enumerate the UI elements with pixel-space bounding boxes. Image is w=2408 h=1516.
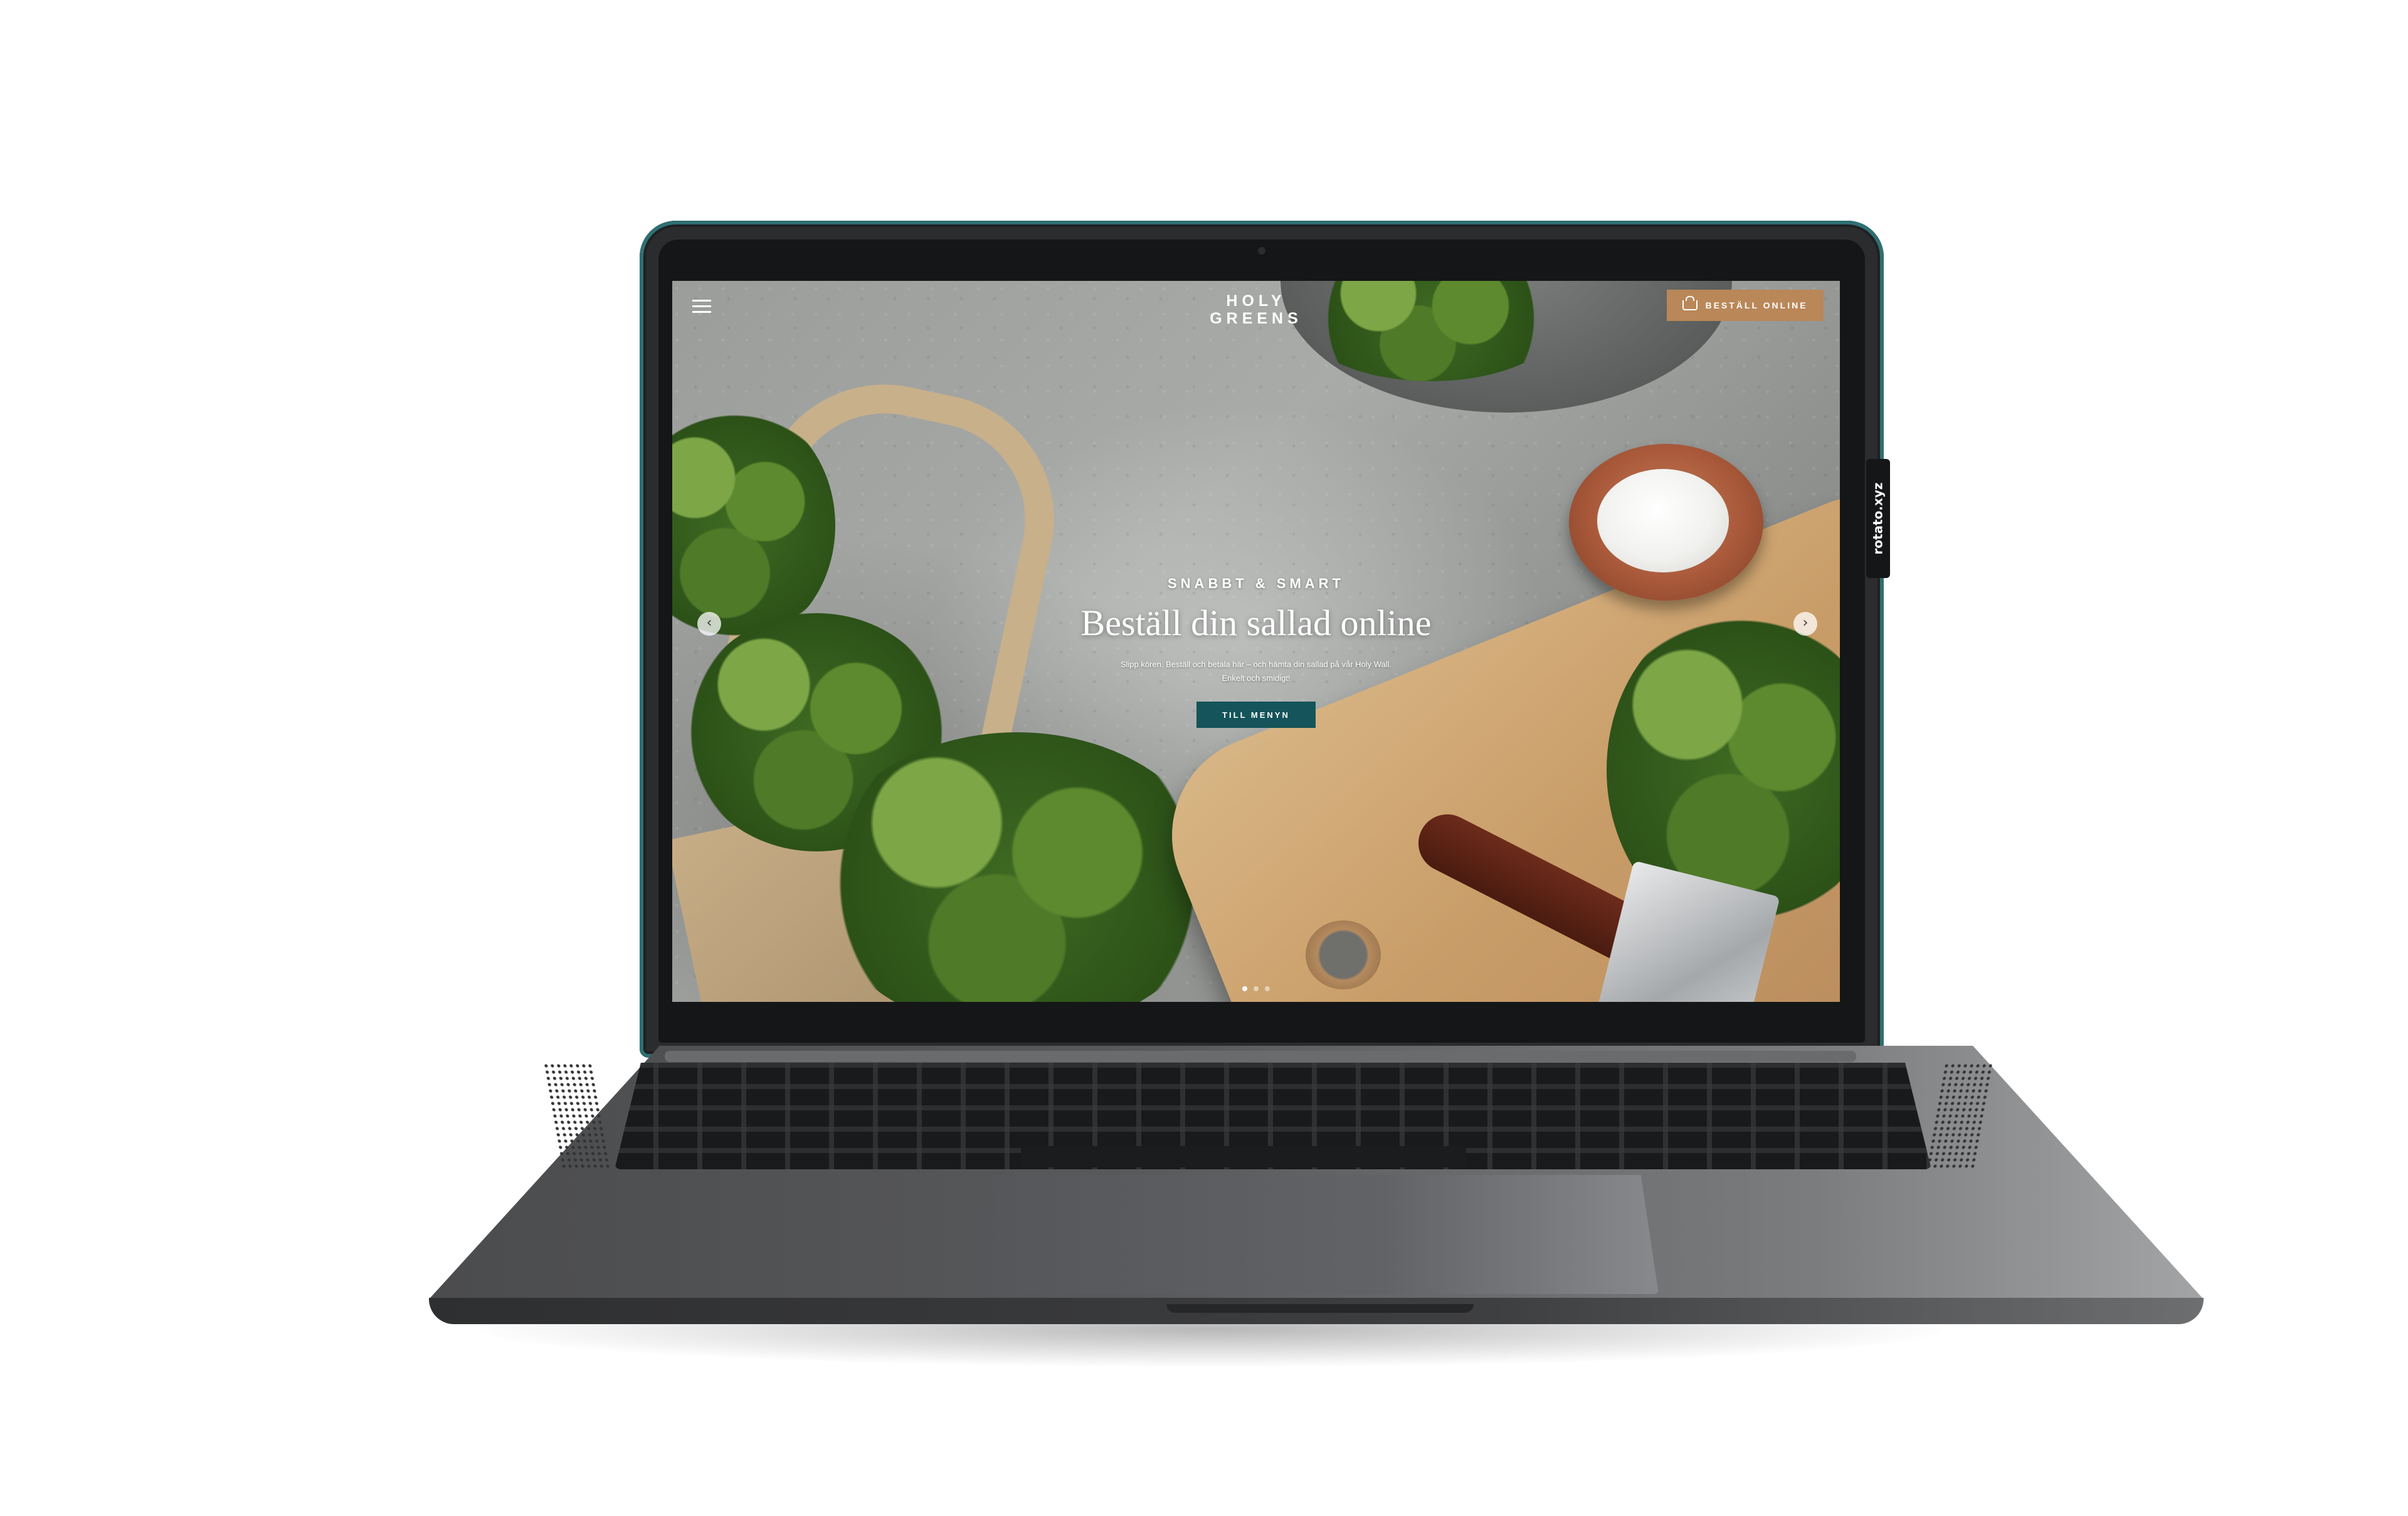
logo-line-2: GREENS [1210, 310, 1302, 327]
hamburger-line [692, 305, 711, 307]
trackpad [975, 1175, 1659, 1294]
basket-icon [1682, 296, 1698, 310]
speaker-grille [542, 1063, 611, 1169]
website-screen: HOLY GREENS BESTÄLL ONLINE ‹ › SNABBT & … [672, 281, 1840, 1002]
board-hole-image [1306, 920, 1381, 989]
hero-subline: Slipp kören. Beställ och betala här – oc… [1120, 660, 1392, 683]
laptop-hinge [665, 1051, 1856, 1062]
watermark-tag: rotato.xyz [1866, 459, 1890, 578]
hero-headline: Beställ din sallad online [1080, 603, 1432, 643]
hero-eyebrow: SNABBT & SMART [1168, 576, 1344, 591]
device-mockup-stage: HOLY GREENS BESTÄLL ONLINE ‹ › SNABBT & … [0, 0, 2408, 1516]
carousel-dot[interactable] [1242, 986, 1247, 991]
carousel-dots [1242, 986, 1270, 991]
menu-cta-button[interactable]: TILL MENYN [1196, 702, 1316, 728]
camera-icon [1258, 247, 1265, 255]
order-online-label: BESTÄLL ONLINE [1705, 300, 1808, 310]
carousel-dot[interactable] [1265, 986, 1270, 991]
hamburger-line [692, 311, 711, 313]
hamburger-line [692, 300, 711, 302]
carousel-dot[interactable] [1254, 986, 1259, 991]
logo-line-1: HOLY [1226, 292, 1286, 310]
watermark-text: rotato.xyz [1871, 482, 1886, 555]
salt-image [1597, 469, 1729, 572]
spacebar [1021, 1146, 1466, 1167]
open-notch [1166, 1304, 1474, 1313]
order-online-button[interactable]: BESTÄLL ONLINE [1667, 290, 1824, 321]
hamburger-icon[interactable] [690, 296, 714, 317]
site-logo[interactable]: HOLY GREENS [1210, 292, 1302, 327]
hero-content: SNABBT & SMART Beställ din sallad online… [672, 576, 1840, 728]
